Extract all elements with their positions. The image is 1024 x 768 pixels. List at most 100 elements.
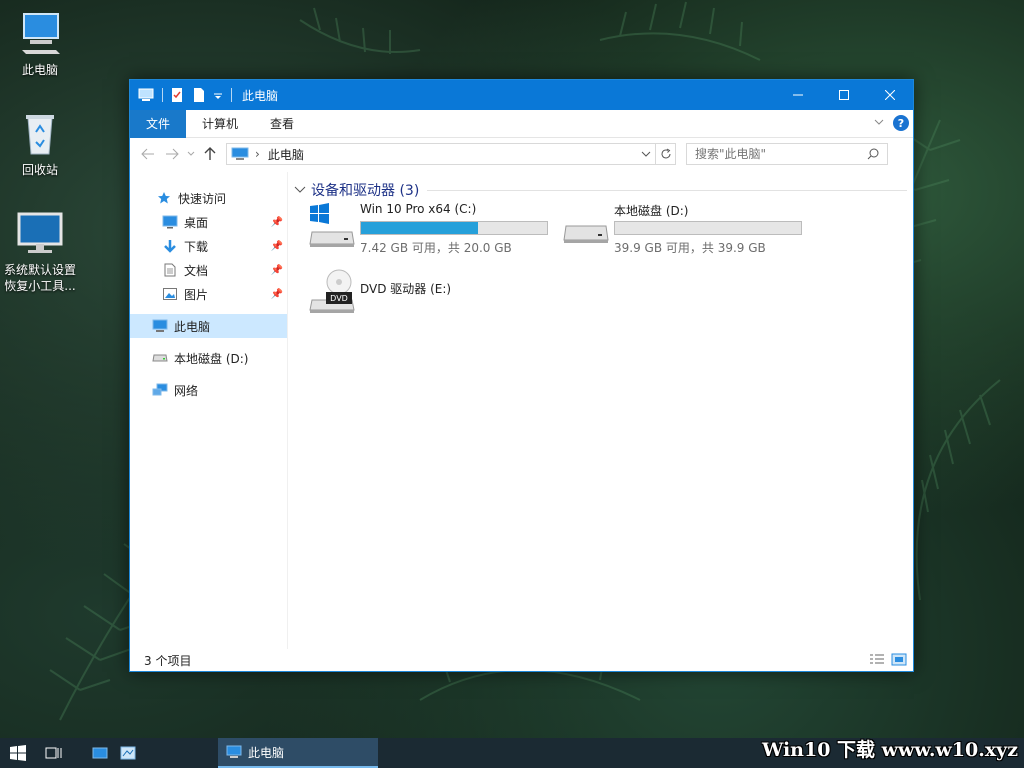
properties-icon[interactable] bbox=[169, 87, 185, 103]
nav-pictures[interactable]: 图片 📌 bbox=[130, 282, 287, 306]
dvd-drive-icon: DVD bbox=[308, 268, 356, 316]
drive-usage-fill bbox=[361, 222, 478, 234]
recent-locations-button[interactable] bbox=[184, 142, 198, 166]
breadcrumb-separator-icon[interactable]: › bbox=[255, 147, 260, 161]
tab-file[interactable]: 文件 bbox=[130, 109, 187, 138]
group-title: 设备和驱动器 (3) bbox=[311, 183, 420, 199]
desktop-icon-label: 回收站 bbox=[21, 163, 58, 177]
drive-e[interactable]: DVD DVD 驱动器 (E:) bbox=[308, 268, 451, 316]
up-button[interactable] bbox=[198, 142, 222, 166]
large-icons-view-icon[interactable] bbox=[891, 653, 907, 667]
nav-local-disk-d[interactable]: 本地磁盘 (D:) bbox=[130, 346, 287, 370]
desktop-icon-recycle-bin[interactable]: 回收站 bbox=[0, 110, 80, 178]
desktop-icon-label: 此电脑 bbox=[21, 63, 58, 77]
forward-button[interactable] bbox=[160, 142, 184, 166]
ribbon-tabs: 文件 计算机 查看 ? bbox=[130, 109, 913, 138]
window-title: 此电脑 bbox=[242, 88, 279, 103]
drive-usage-bar bbox=[614, 221, 802, 235]
task-view-icon bbox=[45, 747, 62, 759]
separator bbox=[231, 88, 232, 102]
drive-size: 39.9 GB 可用，共 39.9 GB bbox=[614, 241, 766, 255]
maximize-button[interactable] bbox=[821, 80, 867, 110]
nav-desktop[interactable]: 桌面 📌 bbox=[130, 210, 287, 234]
nav-label: 桌面 bbox=[184, 215, 209, 230]
customize-dropdown-icon[interactable] bbox=[213, 87, 223, 103]
taskbar-this-pc[interactable]: 此电脑 bbox=[218, 738, 378, 768]
explorer-window: 此电脑 文件 计算机 查看 ? › 此电脑 搜索"此电脑" 快速访问 桌面 📌 … bbox=[129, 79, 914, 672]
arrow-right-icon bbox=[166, 148, 179, 160]
close-button[interactable] bbox=[867, 80, 913, 110]
search-icon[interactable] bbox=[867, 148, 879, 163]
drive-name: Win 10 Pro x64 (C:) bbox=[360, 202, 477, 216]
desktop-icon-label-line2: 恢复小工具... bbox=[4, 279, 76, 293]
pin-icon[interactable]: 📌 bbox=[271, 217, 283, 228]
nav-label: 本地磁盘 (D:) bbox=[174, 351, 249, 366]
network-icon bbox=[152, 382, 168, 398]
monitor-icon bbox=[16, 210, 64, 258]
desktop-icon-label: 系统默认设置 bbox=[3, 263, 76, 277]
chevron-down-icon bbox=[294, 186, 306, 193]
nav-documents[interactable]: 文档 📌 bbox=[130, 258, 287, 282]
details-view-icon[interactable] bbox=[869, 653, 885, 667]
breadcrumb[interactable]: 此电脑 bbox=[268, 146, 304, 163]
nav-downloads[interactable]: 下载 📌 bbox=[130, 234, 287, 258]
nav-label: 快速访问 bbox=[178, 191, 227, 206]
separator bbox=[162, 88, 163, 102]
drive-name: 本地磁盘 (D:) bbox=[614, 204, 689, 218]
download-icon bbox=[162, 238, 178, 254]
item-count: 3 个项目 bbox=[144, 653, 192, 668]
group-divider bbox=[427, 189, 907, 191]
arrow-up-icon bbox=[204, 147, 216, 160]
taskbar-desktop-button[interactable] bbox=[86, 738, 114, 768]
task-view-button[interactable] bbox=[36, 738, 72, 768]
computer-icon bbox=[231, 147, 249, 161]
status-bar: 3 个项目 bbox=[130, 649, 913, 671]
address-bar[interactable]: › 此电脑 bbox=[226, 143, 656, 165]
control-panel-icon bbox=[120, 746, 136, 760]
refresh-icon bbox=[661, 148, 670, 159]
nav-this-pc[interactable]: 此电脑 bbox=[130, 314, 287, 338]
pin-icon[interactable]: 📌 bbox=[271, 265, 283, 276]
dvd-badge: DVD bbox=[330, 294, 348, 303]
document-icon bbox=[162, 262, 178, 278]
pin-icon[interactable]: 📌 bbox=[271, 289, 283, 300]
watermark: Win10 下载 www.w10.xyz bbox=[761, 739, 1018, 761]
maximize-icon bbox=[839, 90, 849, 100]
title-bar[interactable]: 此电脑 bbox=[130, 80, 913, 110]
nav-network[interactable]: 网络 bbox=[130, 378, 287, 402]
drive-d[interactable]: 本地磁盘 (D:) 39.9 GB 可用，共 39.9 GB bbox=[562, 202, 802, 256]
taskbar-explorer-button[interactable] bbox=[114, 738, 142, 768]
nav-label: 文档 bbox=[184, 263, 209, 278]
picture-icon bbox=[162, 286, 178, 302]
group-header[interactable]: 设备和驱动器 (3) bbox=[294, 178, 907, 202]
search-input[interactable] bbox=[695, 147, 855, 161]
refresh-button[interactable] bbox=[656, 143, 676, 165]
expand-ribbon-icon[interactable] bbox=[873, 116, 885, 131]
back-button[interactable] bbox=[136, 142, 160, 166]
navigation-pane: 快速访问 桌面 📌 下载 📌 文档 📌 图片 📌 此电脑 本地磁盘 (D:) 网… bbox=[130, 172, 288, 649]
desktop-icon bbox=[92, 747, 108, 759]
nav-label: 图片 bbox=[184, 287, 209, 302]
windows-logo-icon bbox=[10, 745, 26, 761]
recycle-bin-icon bbox=[16, 110, 64, 158]
start-button[interactable] bbox=[0, 738, 36, 768]
desktop-icon-this-pc[interactable]: 此电脑 bbox=[0, 10, 80, 78]
help-icon[interactable]: ? bbox=[893, 115, 909, 131]
computer-icon[interactable] bbox=[138, 87, 154, 103]
desktop-icon bbox=[162, 214, 178, 230]
taskbar-label: 此电脑 bbox=[248, 745, 285, 760]
minimize-button[interactable] bbox=[775, 80, 821, 110]
tab-computer[interactable]: 计算机 bbox=[186, 110, 254, 138]
tab-view[interactable]: 查看 bbox=[254, 110, 310, 138]
pin-icon[interactable]: 📌 bbox=[271, 241, 283, 252]
drive-c[interactable]: Win 10 Pro x64 (C:) 7.42 GB 可用，共 20.0 GB bbox=[308, 202, 548, 256]
desktop-icon-restore-tool[interactable]: 系统默认设置 恢复小工具... bbox=[0, 210, 80, 294]
new-folder-icon[interactable] bbox=[191, 87, 207, 103]
search-box[interactable] bbox=[686, 143, 888, 165]
drive-usage-bar bbox=[360, 221, 548, 235]
nav-label: 此电脑 bbox=[174, 319, 211, 334]
address-dropdown-icon[interactable] bbox=[637, 149, 655, 159]
computer-icon bbox=[152, 318, 168, 334]
nav-quick-access[interactable]: 快速访问 bbox=[130, 186, 287, 210]
drive-size: 7.42 GB 可用，共 20.0 GB bbox=[360, 241, 512, 255]
